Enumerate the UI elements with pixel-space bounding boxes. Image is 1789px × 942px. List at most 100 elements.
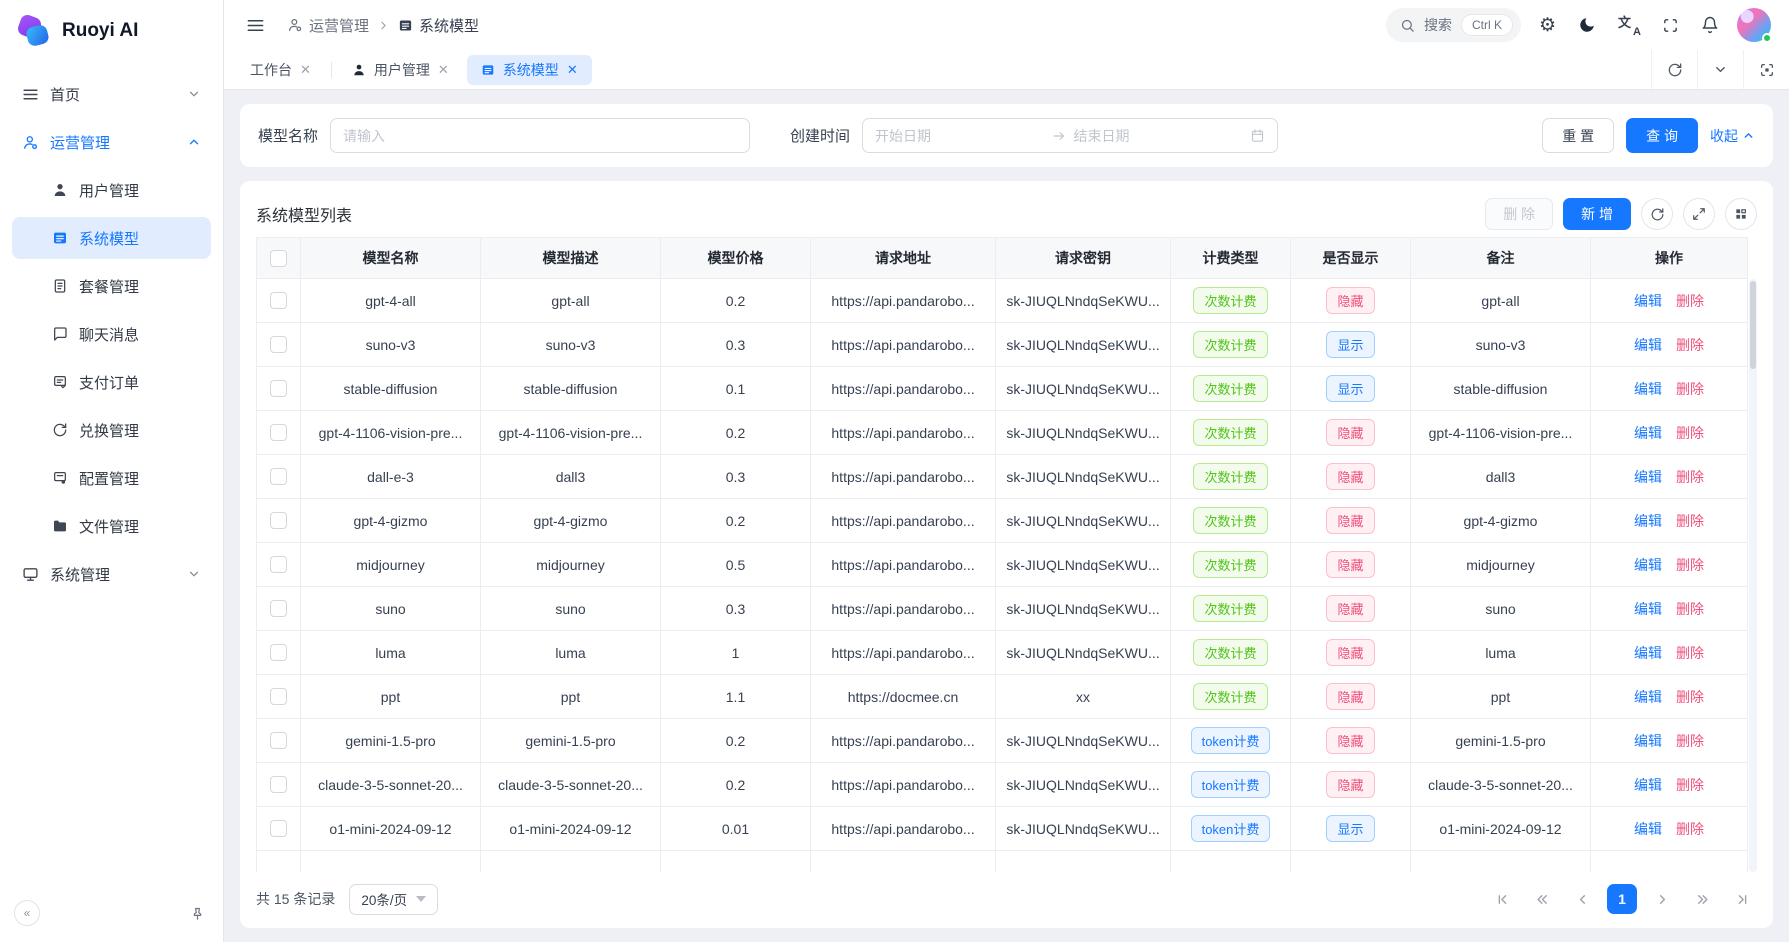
display-status-badge[interactable]: 隐藏	[1326, 771, 1374, 798]
dark-mode-moon-icon[interactable]	[1574, 12, 1600, 38]
end-date-input[interactable]	[1074, 128, 1243, 144]
row-checkbox[interactable]	[270, 688, 287, 705]
prev-fast-button[interactable]	[1527, 884, 1557, 914]
user-avatar[interactable]	[1737, 8, 1771, 42]
edit-link[interactable]: 编辑	[1634, 821, 1662, 837]
edit-link[interactable]: 编辑	[1634, 513, 1662, 529]
next-fast-button[interactable]	[1687, 884, 1717, 914]
select-all-checkbox[interactable]	[270, 250, 287, 267]
delete-link[interactable]: 删除	[1676, 425, 1704, 441]
sidebar-item-redeem[interactable]: 兑换管理	[12, 409, 211, 451]
refresh-icon[interactable]	[1641, 198, 1673, 230]
edit-link[interactable]: 编辑	[1634, 469, 1662, 485]
delete-link[interactable]: 删除	[1676, 821, 1704, 837]
display-status-badge[interactable]: 隐藏	[1326, 551, 1374, 578]
row-checkbox[interactable]	[270, 600, 287, 617]
next-page-button[interactable]	[1647, 884, 1677, 914]
sidebar-item-config[interactable]: 配置管理	[12, 457, 211, 499]
sidebar-item-system-admin[interactable]: 系统管理	[12, 553, 211, 595]
row-checkbox[interactable]	[270, 820, 287, 837]
row-checkbox[interactable]	[270, 556, 287, 573]
refresh-icon[interactable]	[1651, 50, 1697, 89]
notifications-bell-icon[interactable]	[1697, 12, 1723, 38]
edit-link[interactable]: 编辑	[1634, 293, 1662, 309]
settings-gear-icon[interactable]: ⚙	[1535, 12, 1560, 39]
content-fullscreen-icon[interactable]	[1743, 50, 1789, 89]
collapse-filter-link[interactable]: 收起	[1710, 126, 1755, 146]
row-checkbox[interactable]	[270, 732, 287, 749]
edit-link[interactable]: 编辑	[1634, 601, 1662, 617]
edit-link[interactable]: 编辑	[1634, 381, 1662, 397]
sidebar-item-operations[interactable]: 运营管理	[12, 121, 211, 163]
display-status-badge[interactable]: 隐藏	[1326, 463, 1374, 490]
row-checkbox[interactable]	[270, 776, 287, 793]
row-checkbox[interactable]	[270, 644, 287, 661]
sidebar-item-payment-orders[interactable]: 支付订单	[12, 361, 211, 403]
search-button[interactable]: 查 询	[1626, 118, 1698, 153]
brand[interactable]: Ruoyi AI	[12, 0, 211, 62]
delete-link[interactable]: 删除	[1676, 469, 1704, 485]
tab-system-models[interactable]: 系统模型 ✕	[467, 55, 592, 85]
breadcrumb-parent[interactable]: 运营管理	[287, 15, 369, 36]
maximize-icon[interactable]	[1683, 198, 1715, 230]
display-status-badge[interactable]: 隐藏	[1326, 419, 1374, 446]
chevron-down-icon[interactable]	[1697, 50, 1743, 89]
tab-user-management[interactable]: 用户管理 ✕	[338, 55, 463, 85]
row-checkbox[interactable]	[270, 424, 287, 441]
edit-link[interactable]: 编辑	[1634, 425, 1662, 441]
display-status-badge[interactable]: 隐藏	[1326, 727, 1374, 754]
close-icon[interactable]: ✕	[438, 62, 449, 78]
fullscreen-icon[interactable]	[1658, 13, 1683, 38]
display-status-badge[interactable]: 显示	[1326, 815, 1374, 842]
edit-link[interactable]: 编辑	[1634, 777, 1662, 793]
delete-link[interactable]: 删除	[1676, 381, 1704, 397]
display-status-badge[interactable]: 隐藏	[1326, 683, 1374, 710]
display-status-badge[interactable]: 显示	[1326, 331, 1374, 358]
row-checkbox[interactable]	[270, 292, 287, 309]
delete-link[interactable]: 删除	[1676, 601, 1704, 617]
pushpin-icon[interactable]	[190, 906, 205, 921]
row-checkbox[interactable]	[270, 380, 287, 397]
edit-link[interactable]: 编辑	[1634, 557, 1662, 573]
row-checkbox[interactable]	[270, 336, 287, 353]
delete-link[interactable]: 删除	[1676, 777, 1704, 793]
global-search[interactable]: 搜索 Ctrl K	[1386, 8, 1521, 42]
display-status-badge[interactable]: 显示	[1326, 375, 1374, 402]
display-status-badge[interactable]: 隐藏	[1326, 287, 1374, 314]
delete-link[interactable]: 删除	[1676, 293, 1704, 309]
close-icon[interactable]: ✕	[567, 62, 578, 78]
row-checkbox[interactable]	[270, 468, 287, 485]
edit-link[interactable]: 编辑	[1634, 733, 1662, 749]
add-button[interactable]: 新 增	[1563, 198, 1631, 230]
close-icon[interactable]: ✕	[300, 62, 311, 78]
delete-button[interactable]: 删 除	[1485, 198, 1553, 230]
sidebar-item-home[interactable]: 首页	[12, 73, 211, 115]
delete-link[interactable]: 删除	[1676, 513, 1704, 529]
display-status-badge[interactable]: 隐藏	[1326, 507, 1374, 534]
delete-link[interactable]: 删除	[1676, 645, 1704, 661]
date-range-picker[interactable]	[862, 118, 1278, 153]
reset-button[interactable]: 重 置	[1542, 118, 1614, 153]
last-page-button[interactable]	[1727, 884, 1757, 914]
translate-icon[interactable]: 文A	[1614, 10, 1644, 40]
row-checkbox[interactable]	[270, 512, 287, 529]
page-number-button[interactable]: 1	[1607, 884, 1637, 914]
sidebar-item-files[interactable]: 文件管理	[12, 505, 211, 547]
edit-link[interactable]: 编辑	[1634, 645, 1662, 661]
start-date-input[interactable]	[875, 128, 1044, 144]
delete-link[interactable]: 删除	[1676, 733, 1704, 749]
display-status-badge[interactable]: 隐藏	[1326, 639, 1374, 666]
first-page-button[interactable]	[1487, 884, 1517, 914]
hamburger-menu-icon[interactable]	[242, 12, 269, 39]
edit-link[interactable]: 编辑	[1634, 337, 1662, 353]
delete-link[interactable]: 删除	[1676, 557, 1704, 573]
page-size-select[interactable]: 20条/页	[349, 884, 438, 915]
column-settings-icon[interactable]	[1725, 198, 1757, 230]
edit-link[interactable]: 编辑	[1634, 689, 1662, 705]
delete-link[interactable]: 删除	[1676, 689, 1704, 705]
table-scrollbar-thumb[interactable]	[1750, 281, 1756, 369]
delete-link[interactable]: 删除	[1676, 337, 1704, 353]
display-status-badge[interactable]: 隐藏	[1326, 595, 1374, 622]
sidebar-item-chat-messages[interactable]: 聊天消息	[12, 313, 211, 355]
breadcrumb-current[interactable]: 系统模型	[398, 15, 479, 36]
